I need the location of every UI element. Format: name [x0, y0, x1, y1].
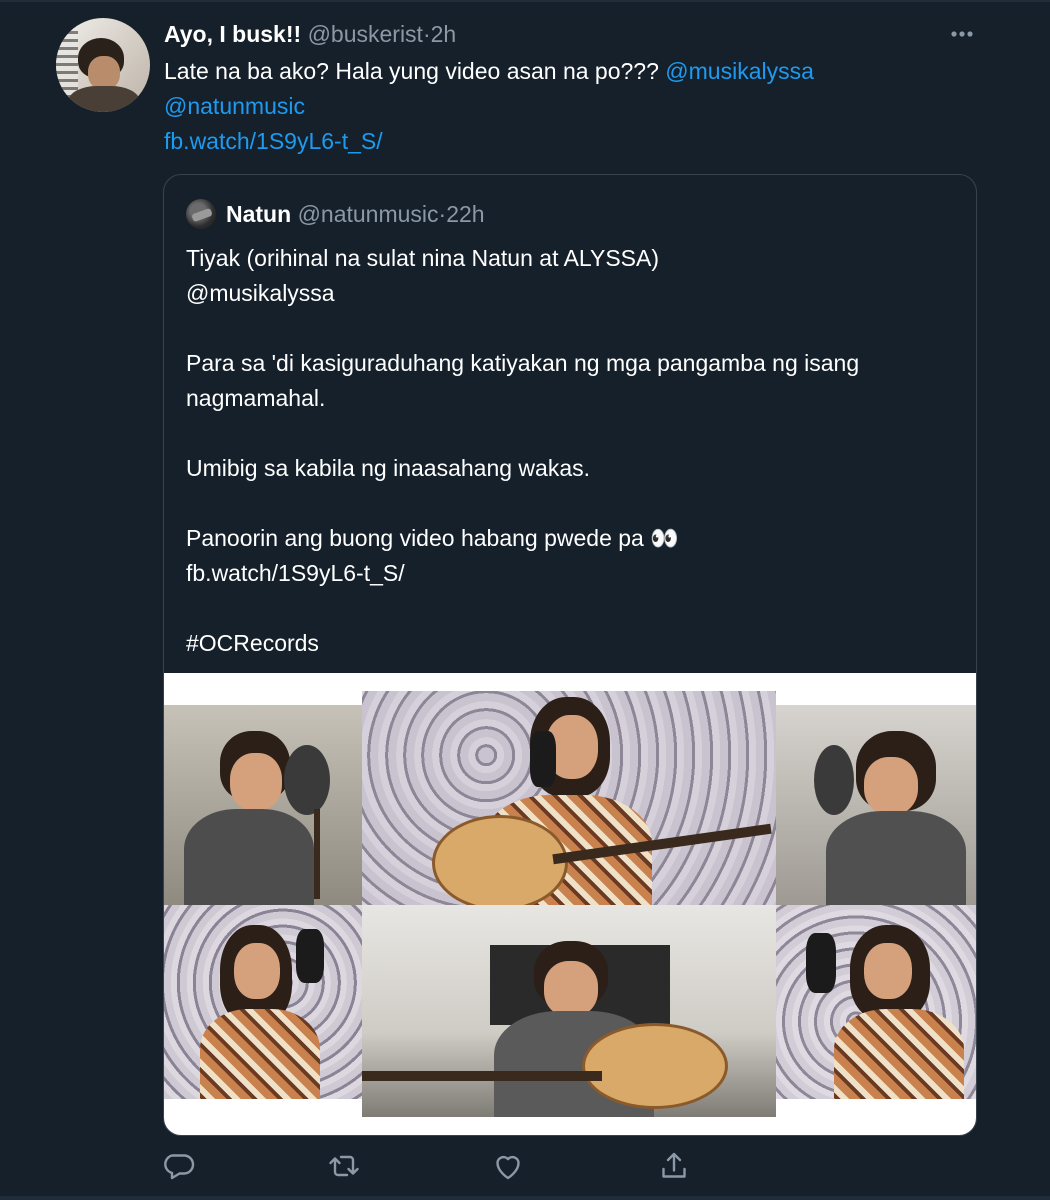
- retweet-icon[interactable]: [326, 1148, 362, 1184]
- tweet-text-line: Late na ba ako? Hala yung video asan na …: [164, 58, 659, 84]
- quote-text: Tiyak (orihinal na sulat nina Natun at A…: [186, 241, 956, 661]
- avatar[interactable]: [56, 18, 150, 112]
- quote-header: Natun @natunmusic·22h: [226, 199, 485, 229]
- quote-hashtag: #OCRecords: [186, 630, 319, 656]
- quote-mention: @musikalyssa: [186, 280, 335, 306]
- mention-link[interactable]: @natunmusic: [164, 93, 305, 119]
- tweet-actions: [160, 1148, 720, 1184]
- quote-paragraph: Tiyak (orihinal na sulat nina Natun at A…: [186, 241, 956, 311]
- quote-avatar[interactable]: [186, 199, 216, 229]
- video-panel: [164, 705, 362, 905]
- video-panel: [776, 905, 976, 1099]
- display-name[interactable]: Ayo, I busk!!: [164, 21, 301, 47]
- tweet[interactable]: Ayo, I busk!! @buskerist·2h Late na ba a…: [0, 0, 1050, 1200]
- quote-timestamp[interactable]: 22h: [446, 201, 484, 227]
- video-link[interactable]: fb.watch/1S9yL6-t_S/: [164, 128, 383, 154]
- divider: [0, 1196, 1050, 1200]
- video-thumbnail[interactable]: [164, 673, 976, 1135]
- video-panel: [776, 705, 976, 905]
- quote-link: fb.watch/1S9yL6-t_S/: [186, 560, 405, 586]
- more-icon[interactable]: [946, 20, 978, 48]
- video-panel: [362, 905, 776, 1117]
- timestamp[interactable]: 2h: [431, 21, 457, 47]
- quote-paragraph: Para sa 'di kasiguraduhang katiyakan ng …: [186, 350, 860, 411]
- quote-paragraph: Umibig sa kabila ng inaasahang wakas.: [186, 455, 591, 481]
- quote-text-line: Panoorin ang buong video habang pwede pa…: [186, 525, 679, 551]
- quote-display-name[interactable]: Natun: [226, 201, 291, 227]
- quoted-tweet[interactable]: Natun @natunmusic·22h Tiyak (orihinal na…: [163, 174, 977, 1136]
- video-panel: [164, 905, 362, 1099]
- separator-dot: ·: [422, 21, 431, 47]
- quote-paragraph: Panoorin ang buong video habang pwede pa…: [186, 521, 956, 591]
- quote-handle[interactable]: @natunmusic: [298, 201, 439, 227]
- divider: [0, 0, 1050, 2]
- tweet-header: Ayo, I busk!! @buskerist·2h: [164, 20, 456, 48]
- tweet-text: Late na ba ako? Hala yung video asan na …: [164, 54, 964, 159]
- video-panel: [362, 691, 776, 905]
- quote-text-line: Tiyak (orihinal na sulat nina Natun at A…: [186, 245, 660, 271]
- mention-link[interactable]: @musikalyssa: [665, 58, 814, 84]
- handle[interactable]: @buskerist: [308, 21, 423, 47]
- share-icon[interactable]: [656, 1148, 692, 1184]
- like-icon[interactable]: [490, 1148, 526, 1184]
- reply-icon[interactable]: [160, 1148, 196, 1184]
